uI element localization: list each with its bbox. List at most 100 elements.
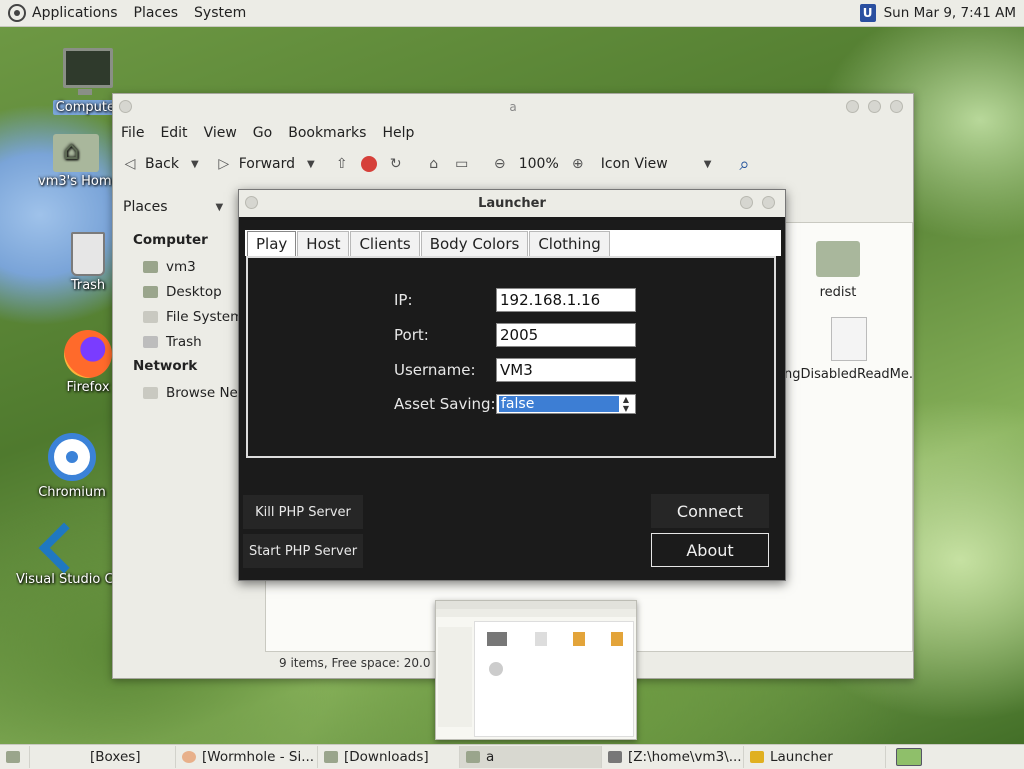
computer-icon[interactable]: ▭ (453, 155, 471, 173)
browser-icon (182, 751, 196, 763)
username-input[interactable]: VM3 (496, 358, 636, 382)
thumbnail-file-icon (535, 632, 547, 646)
kill-php-server-button[interactable]: Kill PHP Server (243, 495, 363, 529)
zoom-out-icon[interactable]: ⊖ (491, 155, 509, 173)
toolbar: ◁ Back ▼ ▷ Forward ▼ ⇧ ↻ ⌂ ▭ ⊖ 100% ⊕ Ic… (113, 146, 913, 182)
menu-help[interactable]: Help (382, 125, 414, 141)
top-menu: Applications Places System (0, 0, 256, 26)
menu-bookmarks[interactable]: Bookmarks (288, 125, 366, 141)
desktop-icon-label: Visual Studio Code (16, 572, 112, 587)
tab-clothing[interactable]: Clothing (529, 231, 610, 256)
ip-input[interactable]: 192.168.1.16 (496, 288, 636, 312)
back-arrow-icon: ◁ (124, 156, 136, 172)
forward-label: Forward (238, 156, 296, 172)
clock[interactable]: Sun Mar 9, 7:41 AM (884, 5, 1016, 21)
spin-up-icon[interactable]: ▲ (618, 395, 634, 404)
asset-saving-label: Asset Saving: (394, 395, 496, 413)
gnome-foot-icon[interactable] (8, 4, 26, 22)
workspace-switcher[interactable] (890, 746, 930, 768)
close-icon[interactable] (762, 196, 775, 209)
drive-icon (143, 310, 158, 323)
start-php-server-button[interactable]: Start PHP Server (243, 534, 363, 568)
sidebar-item-label: Desktop (166, 283, 222, 300)
maximize-icon[interactable] (740, 196, 753, 209)
window-thumbnail-preview[interactable] (435, 600, 637, 740)
asset-saving-row: Asset Saving: false ▲ ▼ (394, 394, 636, 414)
menubar: File Edit View Go Bookmarks Help (113, 120, 913, 146)
about-button[interactable]: About (651, 533, 769, 567)
file-item-readme[interactable]: eringDisabledReadMe.txt (786, 317, 912, 383)
computer-icon (63, 48, 113, 95)
task-label: [Z:\home\vm3\... (628, 749, 742, 765)
window-title: a (509, 100, 517, 114)
launcher-window: Launcher Play Host Clients Body Colors C… (238, 189, 786, 581)
port-label: Port: (394, 326, 429, 344)
spin-down-icon[interactable]: ▼ (618, 404, 634, 413)
tab-body-colors[interactable]: Body Colors (420, 231, 529, 256)
forward-button[interactable]: ▷ Forward ▼ (215, 155, 315, 173)
view-mode-select[interactable]: Icon View ▼ (601, 156, 712, 172)
file-manager-titlebar[interactable]: a (113, 94, 913, 120)
window-menu-icon[interactable] (245, 196, 258, 209)
applications-menu[interactable]: Applications (32, 5, 118, 21)
trash-icon (143, 335, 158, 348)
menu-edit[interactable]: Edit (160, 125, 187, 141)
chevron-down-icon[interactable]: ▼ (307, 159, 315, 170)
close-icon[interactable] (890, 100, 903, 113)
thumbnail-content (474, 621, 634, 737)
username-row: Username: VM3 (394, 358, 636, 382)
top-panel-tray: U Sun Mar 9, 7:41 AM (859, 0, 1024, 26)
tab-host[interactable]: Host (297, 231, 350, 256)
reload-icon[interactable]: ↻ (387, 155, 405, 173)
stop-icon[interactable] (360, 156, 377, 172)
port-input[interactable]: 2005 (496, 323, 636, 347)
spin-arrows[interactable]: ▲ ▼ (618, 395, 634, 413)
desktop-icon-chromium[interactable]: Chromium (22, 433, 122, 500)
taskbar-item-a[interactable]: a (460, 746, 602, 768)
asset-saving-spinbox[interactable]: false ▲ ▼ (496, 394, 636, 414)
top-panel: Applications Places System U Sun Mar 9, … (0, 0, 1024, 27)
vscode-icon (42, 522, 86, 566)
taskbar: [Boxes] [Wormhole - Si... [Downloads] a … (0, 744, 1024, 769)
taskbar-item-downloads[interactable]: [Downloads] (318, 746, 460, 768)
file-name: redist (819, 285, 857, 300)
taskbar-item-launcher[interactable]: Launcher (744, 746, 886, 768)
places-menu[interactable]: Places (134, 5, 179, 21)
window-menu-icon[interactable] (119, 100, 132, 113)
desktop-icon-vscode[interactable]: Visual Studio Code (16, 522, 112, 587)
chevron-down-icon[interactable]: ▼ (191, 159, 199, 170)
chevron-down-icon: ▼ (703, 158, 712, 170)
zoom-level: 100% (518, 156, 559, 172)
file-item-redist[interactable]: redist (783, 241, 893, 300)
menu-file[interactable]: File (121, 125, 144, 141)
tab-clients[interactable]: Clients (350, 231, 420, 256)
connect-button[interactable]: Connect (651, 494, 769, 528)
maximize-icon[interactable] (868, 100, 881, 113)
taskbar-item-wormhole[interactable]: [Wormhole - Si... (176, 746, 318, 768)
minimize-icon[interactable] (846, 100, 859, 113)
back-button[interactable]: ◁ Back ▼ (121, 155, 199, 173)
desktop-icon-home[interactable]: vm3's Home (38, 134, 114, 189)
menu-view[interactable]: View (204, 125, 237, 141)
tab-play[interactable]: Play (247, 231, 297, 256)
thumbnail-file-icon (487, 632, 507, 646)
home-icon[interactable]: ⌂ (425, 155, 443, 173)
up-icon[interactable]: ⇧ (333, 155, 351, 173)
taskbar-item-wine[interactable]: [Z:\home\vm3\... (602, 746, 744, 768)
folder-icon (324, 751, 338, 763)
ip-label: IP: (394, 291, 413, 309)
taskbar-item-boxes[interactable]: [Boxes] (30, 746, 176, 768)
show-desktop-button[interactable] (0, 746, 30, 768)
home-folder-icon (53, 134, 99, 172)
task-label: [Downloads] (344, 749, 429, 765)
menu-go[interactable]: Go (253, 125, 272, 141)
launcher-titlebar[interactable]: Launcher (239, 190, 785, 217)
keyboard-indicator-icon[interactable]: U (859, 4, 876, 22)
search-icon[interactable]: ⌕ (735, 154, 753, 175)
system-menu[interactable]: System (194, 5, 246, 21)
username-label: Username: (394, 361, 476, 379)
desktop-folder-icon (143, 285, 158, 298)
wine-icon (608, 751, 622, 763)
zoom-in-icon[interactable]: ⊕ (569, 155, 587, 173)
port-row: Port: 2005 (394, 323, 636, 347)
